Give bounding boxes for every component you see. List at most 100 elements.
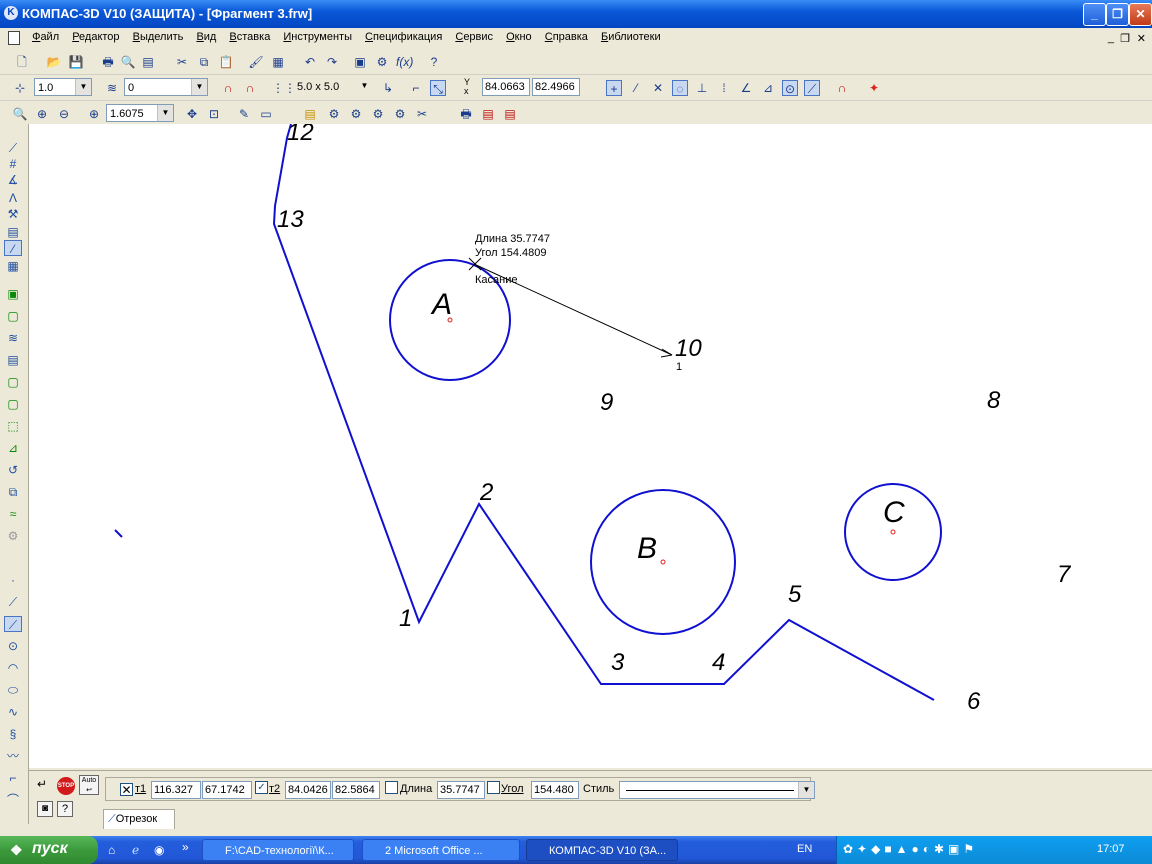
snap-intersection-icon[interactable]: ✕ [650, 80, 666, 96]
stop-button[interactable]: STOP [57, 777, 75, 795]
zoom-scale-icon[interactable]: ⊕ [86, 106, 102, 122]
polyline-icon[interactable]: 〰 [4, 748, 22, 764]
edit-icon[interactable]: Λ [4, 190, 22, 206]
tools-icon[interactable]: ✂ [414, 106, 430, 122]
create-object-icon[interactable]: ↵ [35, 777, 49, 791]
minimize-button[interactable]: _ [1083, 3, 1106, 26]
polygon-icon[interactable]: ▢ [4, 396, 22, 412]
geometry-tab-icon[interactable]: ▣ [4, 286, 22, 302]
library-icon[interactable]: ⚙ [392, 106, 408, 122]
quicklaunch-media-icon[interactable]: ◉ [154, 843, 164, 857]
zoom-out-icon[interactable]: ⊖ [56, 106, 72, 122]
bezier-icon[interactable]: § [4, 726, 22, 742]
open-folder-icon[interactable]: 📂 [46, 54, 62, 70]
print-preview-icon[interactable]: 🔍 [120, 54, 136, 70]
angle-field[interactable]: 154.480 [531, 781, 579, 799]
quicklaunch-ie-icon[interactable]: ℯ [132, 843, 139, 857]
t2-y-field[interactable]: 82.5864 [332, 781, 380, 799]
point-icon[interactable]: · [4, 572, 22, 588]
import-icon[interactable]: ▤ [502, 106, 518, 122]
cut-icon[interactable]: ✂ [174, 54, 190, 70]
copy-tool-icon[interactable]: ⧉ [4, 484, 22, 500]
zoom-combo[interactable]: 1.6075 ▼ [106, 104, 174, 122]
quicklaunch-more-icon[interactable]: » [182, 840, 189, 854]
snap-normal-icon[interactable]: ⊥ [694, 80, 710, 96]
equidistant-icon[interactable]: ⊿ [4, 440, 22, 456]
contour-icon[interactable]: ⬚ [4, 418, 22, 434]
snap-angle-icon[interactable]: ∠ [738, 80, 754, 96]
snap-alignment-icon[interactable]: ⊿ [760, 80, 776, 96]
auto-create-button[interactable]: Auto ↩ [79, 775, 99, 795]
grid-step-combo[interactable]: 5.0 x 5.0 ▼ [294, 78, 372, 96]
context-help-icon[interactable]: ? [426, 54, 442, 70]
properties-icon[interactable]: ▤ [140, 54, 156, 70]
menu-file[interactable]: Файл [27, 28, 64, 46]
undo-icon[interactable]: ↶ [302, 54, 318, 70]
dimensions-icon[interactable]: # [4, 156, 22, 172]
menu-select[interactable]: Выделить [128, 28, 189, 46]
t1-x-field[interactable]: 116.327 [151, 781, 201, 799]
document-manager-icon[interactable]: ▦ [270, 54, 286, 70]
maximize-button[interactable]: ❐ [1106, 3, 1129, 26]
export-icon[interactable]: ▤ [480, 106, 496, 122]
grid-icon[interactable]: ⋮⋮ [272, 80, 296, 96]
paste-icon[interactable]: 📋 [218, 54, 234, 70]
menu-service[interactable]: Сервис [450, 28, 498, 46]
menu-specification[interactable]: Спецификация [360, 28, 447, 46]
wave-icon[interactable]: ≈ [4, 506, 22, 522]
length-fix-checkbox[interactable] [385, 781, 398, 794]
chevron-down-icon[interactable]: ▼ [357, 78, 372, 94]
aux-line-icon[interactable]: ⟋ [4, 594, 22, 610]
geometry-icon[interactable]: ⟋ [4, 140, 22, 156]
local-cs-icon[interactable]: ⊹ [12, 80, 28, 96]
help-icon[interactable]: ? [57, 801, 73, 817]
camera-icon[interactable]: ◙ [37, 801, 53, 817]
frame-icon[interactable]: ▤ [4, 352, 22, 368]
doc-minimize-button[interactable]: _ [1108, 32, 1114, 44]
param-icon[interactable]: ⚒ [4, 206, 22, 222]
point1-fix-checkbox[interactable]: ✕ [120, 783, 133, 797]
refresh-icon[interactable]: ✎ [236, 106, 252, 122]
parametric-mode-icon[interactable]: ⤡ [430, 80, 446, 96]
chevron-down-icon[interactable]: ▼ [798, 782, 814, 798]
chevron-down-icon[interactable]: ▼ [75, 79, 91, 95]
library-icon[interactable]: ⚙ [370, 106, 386, 122]
round-icon[interactable]: ⌐ [408, 80, 424, 96]
fillet-icon[interactable]: ⌒ [4, 792, 22, 808]
task-office[interactable]: 2 Microsoft Office ... [362, 839, 520, 861]
line-style-combo[interactable]: ▼ [619, 781, 815, 799]
cursor-x-field[interactable]: 84.0663 [482, 78, 530, 96]
document-icon[interactable] [8, 31, 20, 45]
quicklaunch-explorer-icon[interactable]: ⌂ [108, 843, 115, 857]
function-icon[interactable]: f(x) [396, 54, 413, 70]
tab-segment[interactable]: ⟋Отрезок [103, 809, 175, 829]
save-icon[interactable]: 💾 [68, 54, 84, 70]
hatch-icon[interactable]: ≋ [4, 330, 22, 346]
chamfer-icon[interactable]: ⌐ [4, 770, 22, 786]
selection-icon[interactable]: ⁄ [4, 240, 22, 256]
menu-window[interactable]: Окно [501, 28, 537, 46]
library-icon[interactable]: ⚙ [348, 106, 364, 122]
angle-fix-checkbox[interactable] [487, 781, 500, 794]
cursor-y-field[interactable]: 82.4966 [532, 78, 580, 96]
menu-editor[interactable]: Редактор [67, 28, 124, 46]
step-combo[interactable]: 1.0 ▼ [34, 78, 92, 96]
library-manager-icon[interactable]: ▤ [302, 106, 318, 122]
t1-y-field[interactable]: 67.1742 [202, 781, 252, 799]
arc-icon[interactable]: ◠ [4, 660, 22, 676]
task-explorer[interactable]: F:\CAD-технології\К... [202, 839, 354, 861]
redo-icon[interactable]: ↷ [324, 54, 340, 70]
magnet-icon[interactable]: ∩ [834, 80, 850, 96]
format-painter-icon[interactable]: 🖌 [248, 54, 264, 70]
menu-view[interactable]: Вид [191, 28, 221, 46]
menu-tools[interactable]: Инструменты [278, 28, 357, 46]
t2-x-field[interactable]: 84.0426 [285, 781, 331, 799]
library-icon[interactable]: ⚙ [326, 106, 342, 122]
snap-grid-icon[interactable]: ⁞ [716, 80, 732, 96]
snap-tangent-icon[interactable]: ◌ [672, 80, 688, 96]
zoom-in-icon[interactable]: ⊕ [34, 106, 50, 122]
ortho-icon[interactable]: ↳ [380, 80, 396, 96]
snap-nearest-icon[interactable]: ⁄ [628, 80, 644, 96]
snap-center-icon[interactable]: ⊙ [782, 80, 798, 96]
layer-combo[interactable]: 0 ▼ [124, 78, 208, 96]
